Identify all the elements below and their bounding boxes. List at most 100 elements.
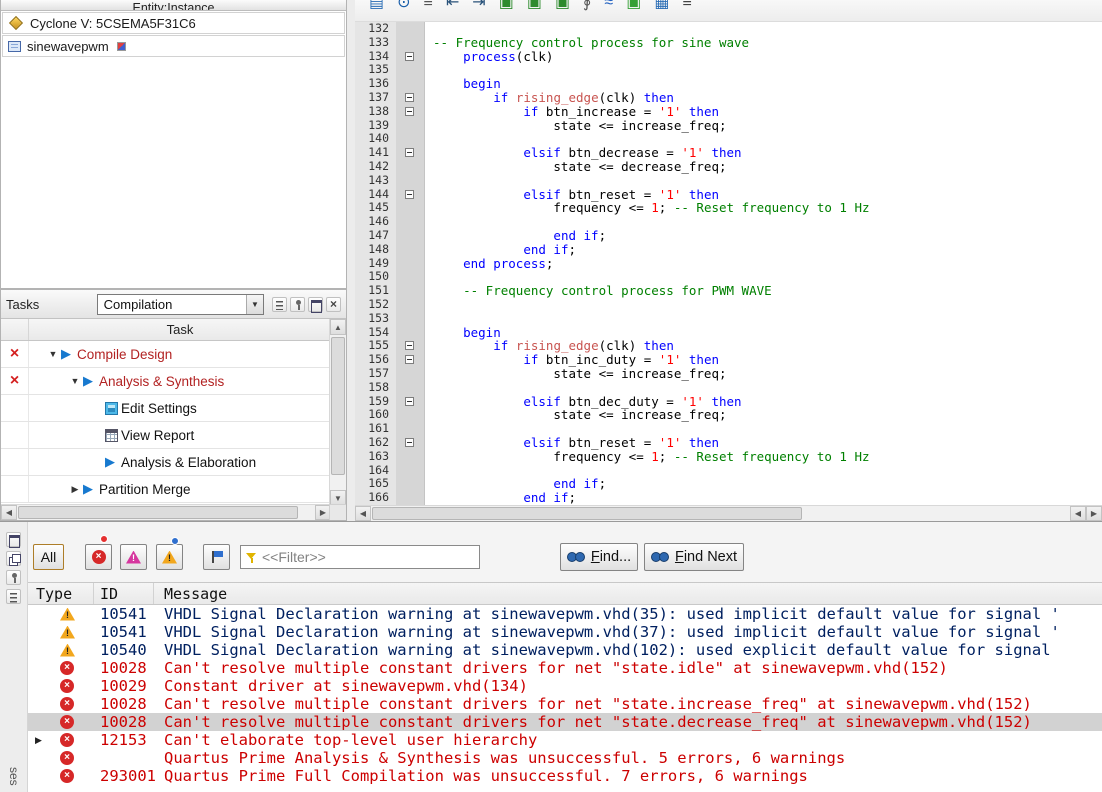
task-row[interactable]: ▶Analysis & Elaboration xyxy=(1,449,331,476)
message-row[interactable]: ×10028Can't resolve multiple constant dr… xyxy=(28,713,1102,731)
fold-toggle-icon[interactable] xyxy=(405,148,414,157)
tree-expander-icon[interactable]: ▼ xyxy=(45,349,61,359)
chevron-down-icon[interactable]: ▼ xyxy=(246,295,263,314)
expand-icon[interactable]: ▶ xyxy=(28,735,60,746)
fold-toggle-icon[interactable] xyxy=(405,438,414,447)
fold-toggle-icon[interactable] xyxy=(405,190,414,199)
task-row[interactable]: ▶▶Partition Merge xyxy=(1,476,331,503)
code-line[interactable]: 148 end if; xyxy=(355,243,1102,257)
indent-icon[interactable]: ⇥ xyxy=(472,0,485,21)
outdent-icon[interactable]: ⇤ xyxy=(446,0,459,21)
tree-expander-icon[interactable]: ▶ xyxy=(67,484,83,495)
message-row[interactable]: ×293001Quartus Prime Full Compilation wa… xyxy=(28,767,1102,785)
code-line[interactable]: 152 xyxy=(355,298,1102,312)
float-icon[interactable] xyxy=(308,297,323,312)
code-line[interactable]: 149 end process; xyxy=(355,257,1102,271)
open-file-icon[interactable]: ▣ xyxy=(527,0,542,21)
code-line[interactable]: 161 xyxy=(355,422,1102,436)
code-line[interactable]: 140 xyxy=(355,132,1102,146)
code-line[interactable]: 164 xyxy=(355,464,1102,478)
tasks-vertical-scrollbar[interactable]: ▲ ▼ xyxy=(329,319,346,506)
message-filter-box[interactable] xyxy=(240,545,480,569)
message-row[interactable]: ×10029Constant driver at sinewavepwm.vhd… xyxy=(28,677,1102,695)
find-button[interactable]: Find... xyxy=(560,543,638,571)
code-line[interactable]: 135 xyxy=(355,63,1102,77)
all-messages-button[interactable]: All xyxy=(33,544,64,570)
code-line[interactable]: 150 xyxy=(355,270,1102,284)
find-icon[interactable]: ⊙ xyxy=(397,0,410,21)
attach-icon[interactable]: ∮ xyxy=(583,0,591,21)
code-editor[interactable]: 132133-- Frequency control process for s… xyxy=(355,22,1102,505)
new-window-icon[interactable] xyxy=(6,532,21,547)
wave-icon[interactable]: ≈ xyxy=(604,0,613,21)
code-line[interactable]: 156 if btn_inc_duty = '1' then xyxy=(355,353,1102,367)
message-row[interactable]: ▶×12153Can't elaborate top-level user hi… xyxy=(28,731,1102,749)
task-row[interactable]: ×▼▶Compile Design xyxy=(1,341,331,368)
warning-filter-button[interactable]: ! xyxy=(156,544,183,570)
code-line[interactable]: 158 xyxy=(355,381,1102,395)
code-line[interactable]: 132 xyxy=(355,22,1102,36)
code-line[interactable]: 155 if rising_edge(clk) then xyxy=(355,339,1102,353)
navigator-entity-row[interactable]: sinewavepwm xyxy=(2,35,345,57)
code-line[interactable]: 145 frequency <= 1; -- Reset frequency t… xyxy=(355,201,1102,215)
code-line[interactable]: 141 elsif btn_decrease = '1' then xyxy=(355,146,1102,160)
filter-input[interactable] xyxy=(262,549,474,565)
check-syntax-icon[interactable]: ▣ xyxy=(626,0,641,21)
list-icon[interactable]: ≡ xyxy=(682,0,691,21)
critical-warning-filter-button[interactable]: ! xyxy=(120,544,147,570)
code-line[interactable]: 157 state <= increase_freq; xyxy=(355,367,1102,381)
copy-icon[interactable] xyxy=(6,551,21,566)
fold-toggle-icon[interactable] xyxy=(405,355,414,364)
code-line[interactable]: 144 elsif btn_reset = '1' then xyxy=(355,188,1102,202)
code-line[interactable]: 166 end if; xyxy=(355,491,1102,505)
code-line[interactable]: 162 elsif btn_reset = '1' then xyxy=(355,436,1102,450)
scroll-left-icon[interactable]: ◀ xyxy=(355,506,371,521)
pin-icon[interactable] xyxy=(290,297,305,312)
message-row[interactable]: ×Quartus Prime Analysis & Synthesis was … xyxy=(28,749,1102,767)
message-row[interactable]: !10541VHDL Signal Declaration warning at… xyxy=(28,605,1102,623)
replace-icon[interactable]: ≡ xyxy=(424,0,433,21)
task-row[interactable]: Edit Settings xyxy=(1,395,331,422)
tree-expander-icon[interactable]: ▼ xyxy=(67,376,83,386)
scrollbar-thumb[interactable] xyxy=(18,506,298,519)
task-row[interactable]: View Report xyxy=(1,422,331,449)
fold-toggle-icon[interactable] xyxy=(405,93,414,102)
save-file-icon[interactable]: ▣ xyxy=(555,0,570,21)
error-filter-button[interactable]: × xyxy=(85,544,112,570)
fold-toggle-icon[interactable] xyxy=(405,341,414,350)
code-line[interactable]: 142 state <= decrease_freq; xyxy=(355,160,1102,174)
scroll-left-icon[interactable]: ◀ xyxy=(1,505,17,520)
code-line[interactable]: 160 state <= increase_freq; xyxy=(355,408,1102,422)
code-line[interactable]: 146 xyxy=(355,215,1102,229)
flow-selector[interactable]: Compilation ▼ xyxy=(97,294,264,315)
message-row[interactable]: !10540VHDL Signal Declaration warning at… xyxy=(28,641,1102,659)
flag-filter-button[interactable] xyxy=(203,544,230,570)
message-row[interactable]: !10541VHDL Signal Declaration warning at… xyxy=(28,623,1102,641)
scrollbar-thumb[interactable] xyxy=(372,507,802,520)
navigator-device-row[interactable]: Cyclone V: 5CSEMA5F31C6 xyxy=(2,12,345,34)
code-line[interactable]: 153 xyxy=(355,312,1102,326)
code-line[interactable]: 137 if rising_edge(clk) then xyxy=(355,91,1102,105)
code-line[interactable]: 147 end if; xyxy=(355,229,1102,243)
find-next-button[interactable]: Find Next xyxy=(644,543,744,571)
fold-toggle-icon[interactable] xyxy=(405,52,414,61)
scrollbar-thumb[interactable] xyxy=(331,337,345,475)
editor-horizontal-scrollbar[interactable]: ◀ ◀ ▶ xyxy=(355,505,1102,521)
code-line[interactable]: 139 state <= increase_freq; xyxy=(355,119,1102,133)
new-file-icon[interactable]: ▣ xyxy=(499,0,514,21)
scroll-left-icon[interactable]: ◀ xyxy=(1070,506,1086,521)
scroll-right-icon[interactable]: ▶ xyxy=(1086,506,1102,521)
tasks-horizontal-scrollbar[interactable]: ◀ ▶ xyxy=(1,504,331,520)
grid-icon[interactable]: ▦ xyxy=(654,0,669,21)
close-icon[interactable] xyxy=(326,297,341,312)
code-line[interactable]: 165 end if; xyxy=(355,477,1102,491)
pin-icon[interactable] xyxy=(6,570,21,585)
message-row[interactable]: ×10028Can't resolve multiple constant dr… xyxy=(28,659,1102,677)
code-line[interactable]: 136 begin xyxy=(355,77,1102,91)
fold-toggle-icon[interactable] xyxy=(405,107,414,116)
list-icon[interactable] xyxy=(272,297,287,312)
task-row[interactable]: ×▼▶Analysis & Synthesis xyxy=(1,368,331,395)
code-line[interactable]: 143 xyxy=(355,174,1102,188)
code-line[interactable]: 138 if btn_increase = '1' then xyxy=(355,105,1102,119)
code-line[interactable]: 163 frequency <= 1; -- Reset frequency t… xyxy=(355,450,1102,464)
